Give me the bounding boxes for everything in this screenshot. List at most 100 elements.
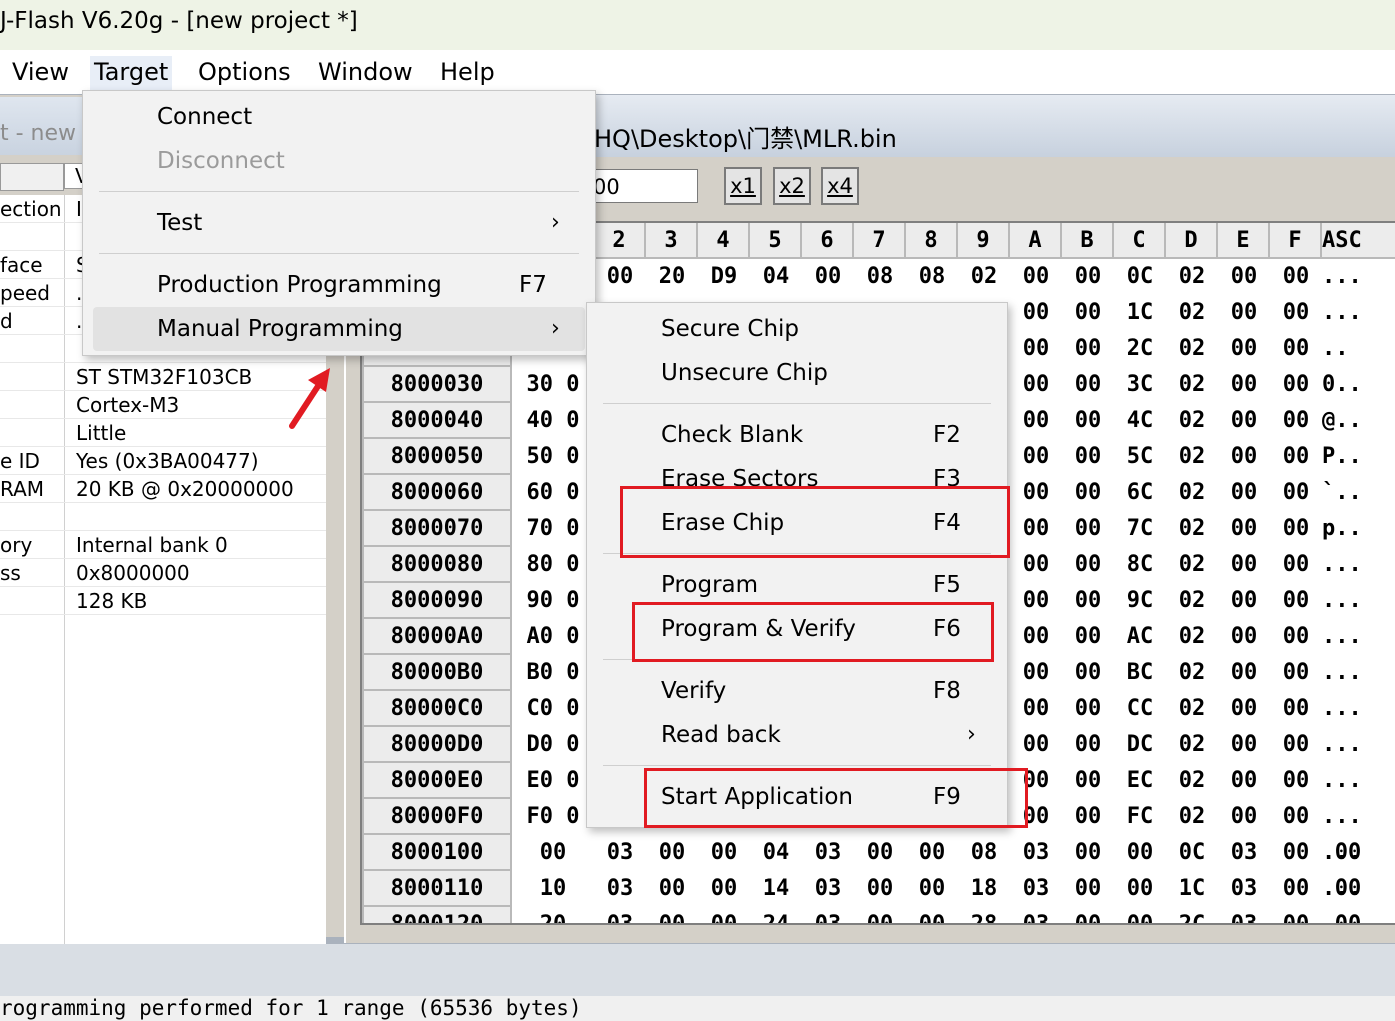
menu-item-secure-chip[interactable]: Secure Chip: [597, 307, 997, 351]
hex-byte-cell[interactable]: 1C: [1166, 871, 1218, 907]
hex-byte-cell[interactable]: 00: [1270, 403, 1322, 439]
menu-item-read-back[interactable]: Read back ›: [597, 713, 997, 757]
hex-byte-cell[interactable]: 00: [1270, 475, 1322, 511]
hex-byte-cell[interactable]: 00: [1010, 547, 1062, 583]
hex-byte-cell[interactable]: 00: [1218, 331, 1270, 367]
menu-item-production-programming[interactable]: Production Programming F7: [93, 263, 585, 307]
hex-ascii-cell[interactable]: P..: [1322, 439, 1395, 475]
hex-byte-cell[interactable]: 03: [1010, 871, 1062, 907]
hex-ascii-cell[interactable]: ...: [1322, 295, 1395, 331]
hex-byte-cell[interactable]: 00: [1062, 835, 1114, 871]
hex-byte-cell[interactable]: 00: [1270, 295, 1322, 331]
hex-byte-cell[interactable]: 00: [1218, 547, 1270, 583]
hex-byte-cell[interactable]: 00: [1010, 655, 1062, 691]
hex-byte-cell[interactable]: 02: [1166, 727, 1218, 763]
hex-ascii-cell[interactable]: ...: [1322, 871, 1395, 907]
hex-byte-cell[interactable]: 00: [1218, 727, 1270, 763]
hex-byte-cell[interactable]: 90 0: [512, 583, 594, 619]
hex-byte-cell[interactable]: 00: [1270, 619, 1322, 655]
hex-row-address[interactable]: 8000050: [362, 439, 512, 475]
hex-byte-cell[interactable]: 00: [802, 259, 854, 295]
hex-byte-cell[interactable]: 50 0: [512, 439, 594, 475]
hex-byte-cell[interactable]: 00: [1010, 511, 1062, 547]
hex-byte-cell[interactable]: 00: [906, 907, 958, 923]
hex-row-address[interactable]: 8000080: [362, 547, 512, 583]
hex-byte-cell[interactable]: 02: [1166, 331, 1218, 367]
menu-item-manual-programming[interactable]: Manual Programming ›: [93, 307, 585, 351]
hex-byte-cell[interactable]: 10: [512, 871, 594, 907]
hex-byte-cell[interactable]: 00: [1270, 655, 1322, 691]
hex-byte-cell[interactable]: 00: [1218, 403, 1270, 439]
hex-byte-cell[interactable]: 30 0: [512, 367, 594, 403]
zoom-x2-button[interactable]: x2: [773, 167, 811, 205]
hex-byte-cell[interactable]: A0 0: [512, 619, 594, 655]
hex-byte-cell[interactable]: 02: [1166, 295, 1218, 331]
hex-byte-cell[interactable]: 00: [1062, 799, 1114, 835]
menu-window[interactable]: Window: [314, 56, 417, 90]
hex-byte-cell[interactable]: 00: [698, 835, 750, 871]
menu-target[interactable]: Target: [90, 56, 173, 90]
hex-byte-cell[interactable]: 00: [646, 907, 698, 923]
hex-ascii-cell[interactable]: ...: [1322, 727, 1395, 763]
hex-byte-cell[interactable]: 00: [1062, 511, 1114, 547]
hex-byte-cell[interactable]: 00: [1062, 691, 1114, 727]
hex-byte-cell[interactable]: 00: [1218, 259, 1270, 295]
menu-item-check-blank[interactable]: Check Blank F2: [597, 413, 997, 457]
hex-byte-cell[interactable]: 00: [1010, 583, 1062, 619]
hex-byte-cell[interactable]: EC: [1114, 763, 1166, 799]
hex-byte-cell[interactable]: 00: [1062, 331, 1114, 367]
hex-row-address[interactable]: 8000030: [362, 367, 512, 403]
hex-byte-cell[interactable]: 28: [958, 907, 1010, 923]
hex-byte-cell[interactable]: 00: [1010, 331, 1062, 367]
hex-byte-cell[interactable]: 08: [906, 259, 958, 295]
hex-byte-cell[interactable]: 00: [854, 835, 906, 871]
hex-byte-cell[interactable]: 2C: [1166, 907, 1218, 923]
hex-byte-cell[interactable]: 00: [1270, 331, 1322, 367]
menu-options[interactable]: Options: [194, 56, 295, 90]
hex-byte-cell[interactable]: DC: [1114, 727, 1166, 763]
hex-byte-cell[interactable]: 03: [594, 907, 646, 923]
hex-byte-cell[interactable]: 20: [512, 907, 594, 923]
hex-byte-cell[interactable]: 00: [1062, 727, 1114, 763]
hex-byte-cell[interactable]: 00: [1270, 439, 1322, 475]
hex-byte-cell[interactable]: 00: [1218, 583, 1270, 619]
hex-byte-cell[interactable]: 03: [594, 871, 646, 907]
menu-item-verify[interactable]: Verify F8: [597, 669, 997, 713]
hex-byte-cell[interactable]: 02: [1166, 583, 1218, 619]
hex-row-address[interactable]: 8000070: [362, 511, 512, 547]
hex-ascii-cell[interactable]: ...: [1322, 583, 1395, 619]
property-row[interactable]: e ID Yes (0x3BA00477): [0, 447, 326, 475]
hex-byte-cell[interactable]: 00: [1270, 547, 1322, 583]
hex-ascii-cell[interactable]: ...: [1322, 619, 1395, 655]
hex-byte-cell[interactable]: 14: [750, 871, 802, 907]
hex-byte-cell[interactable]: 00: [1218, 367, 1270, 403]
hex-byte-cell[interactable]: 00: [646, 835, 698, 871]
hex-byte-cell[interactable]: 08: [854, 259, 906, 295]
hex-ascii-cell[interactable]: @..: [1322, 403, 1395, 439]
hex-ascii-cell[interactable]: `..: [1322, 475, 1395, 511]
hex-byte-cell[interactable]: 00: [1010, 439, 1062, 475]
project-tab-name[interactable]: [0, 163, 64, 191]
hex-byte-cell[interactable]: 7C: [1114, 511, 1166, 547]
hex-ascii-cell[interactable]: [1322, 907, 1395, 923]
hex-row-address[interactable]: 8000090: [362, 583, 512, 619]
hex-byte-cell[interactable]: 00: [1010, 403, 1062, 439]
hex-byte-cell[interactable]: 08: [958, 835, 1010, 871]
hex-ascii-cell[interactable]: ..: [1322, 331, 1395, 367]
hex-byte-cell[interactable]: 02: [1166, 511, 1218, 547]
zoom-x1-button[interactable]: x1: [724, 167, 762, 205]
hex-row-address[interactable]: 8000100: [362, 835, 512, 871]
hex-byte-cell[interactable]: 02: [958, 259, 1010, 295]
hex-byte-cell[interactable]: 3C: [1114, 367, 1166, 403]
hex-byte-cell[interactable]: 1C: [1114, 295, 1166, 331]
hex-byte-cell[interactable]: 00: [1062, 259, 1114, 295]
hex-byte-cell[interactable]: 00: [1010, 295, 1062, 331]
hex-byte-cell[interactable]: 0C: [1114, 259, 1166, 295]
hex-byte-cell[interactable]: 00: [1270, 727, 1322, 763]
menu-item-test[interactable]: Test ›: [93, 201, 585, 245]
hex-byte-cell[interactable]: 00: [1270, 763, 1322, 799]
address-input[interactable]: 00: [582, 169, 698, 203]
hex-byte-cell[interactable]: 00: [1062, 871, 1114, 907]
hex-byte-cell[interactable]: 8C: [1114, 547, 1166, 583]
hex-byte-cell[interactable]: CC: [1114, 691, 1166, 727]
